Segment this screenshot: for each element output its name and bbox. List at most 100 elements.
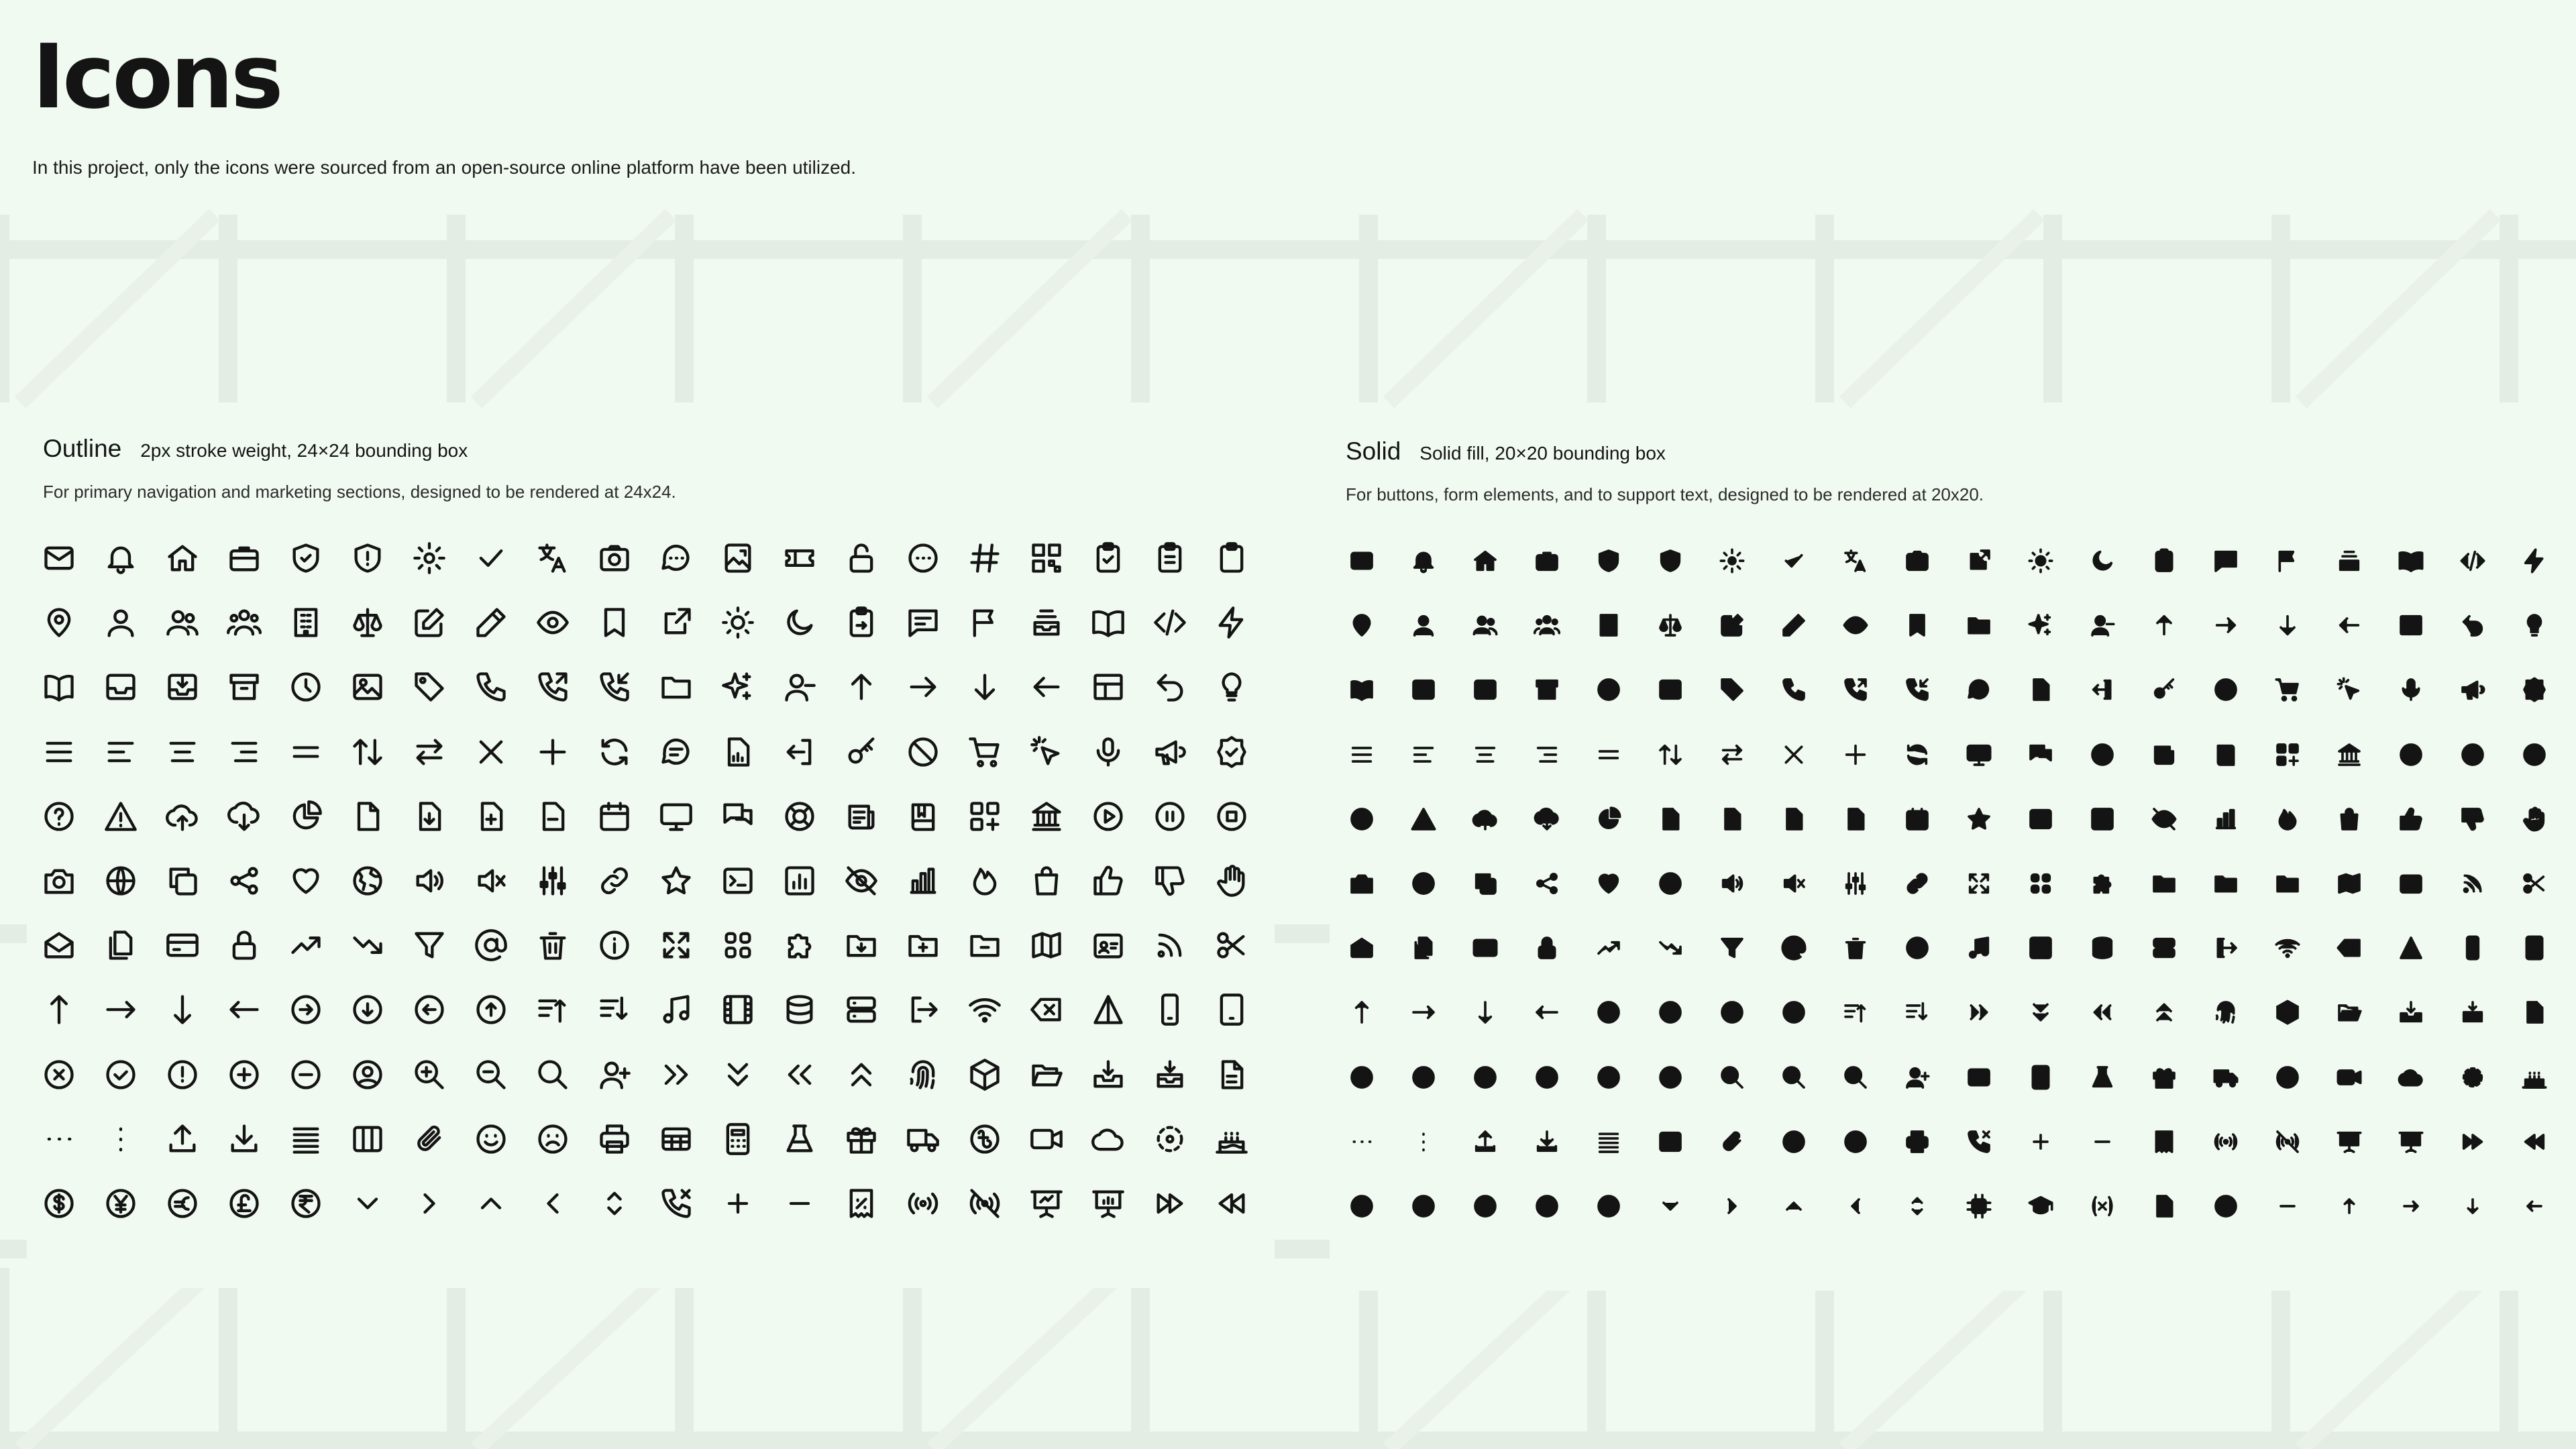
clipboard-copy-icon: [844, 605, 879, 640]
cloud-icon: [1091, 1122, 1126, 1157]
arrow-long-up-icon: [42, 992, 76, 1027]
star-icon: [659, 863, 694, 898]
tag-icon: [412, 669, 447, 704]
warning-icon: [103, 799, 138, 834]
photo-export-icon: [720, 541, 755, 576]
dollar-icon: [1344, 1189, 1379, 1224]
book-open-icon: [1091, 605, 1126, 640]
zoom-in-icon: [412, 1057, 447, 1092]
folder-open-icon: [2332, 995, 2367, 1030]
globe-icon: [1406, 866, 1441, 901]
database-icon: [2085, 930, 2120, 965]
link-icon: [597, 863, 632, 898]
scissors-icon: [1214, 928, 1249, 963]
terminal-icon: [2023, 802, 2058, 837]
arrow-long-left-icon: [227, 992, 262, 1027]
sort-up-icon: [535, 992, 570, 1027]
chats-icon: [720, 799, 755, 834]
arrow-long-down-icon: [1468, 995, 1503, 1030]
equals-icon: [288, 735, 323, 769]
user-icon: [103, 605, 138, 640]
film-icon: [720, 992, 755, 1027]
minus-small-icon: [782, 1186, 817, 1221]
euro-icon: [165, 1186, 200, 1221]
archive-icon: [1529, 672, 1564, 707]
align-left-icon: [103, 735, 138, 769]
folder-minus-icon: [2270, 866, 2305, 901]
check-icon: [1776, 543, 1811, 578]
x-mark-icon: [474, 735, 508, 769]
document-arrow-down-icon: [412, 799, 447, 834]
check-icon: [474, 541, 508, 576]
phone-outgoing-icon: [535, 669, 570, 704]
page-title: Icons: [32, 25, 284, 129]
backward-icon: [1214, 1186, 1249, 1221]
inbox-stack-down-icon: [2455, 995, 2490, 1030]
megaphone-icon: [1152, 735, 1187, 769]
globe-americas-icon: [350, 863, 385, 898]
newspaper-icon: [844, 799, 879, 834]
exclamation-circle-icon: [1468, 1060, 1503, 1095]
fingerprint-icon: [906, 1057, 941, 1092]
fingerprint-icon: [2208, 995, 2243, 1030]
bank-icon: [2332, 737, 2367, 772]
music-note-icon: [659, 992, 694, 1027]
beaker-icon: [782, 1122, 817, 1157]
shield-check-icon: [1591, 543, 1626, 578]
document-magnify-icon: [2147, 1189, 2182, 1224]
rss-icon: [2455, 866, 2490, 901]
truck-icon: [906, 1122, 941, 1157]
document-minus-icon: [535, 799, 570, 834]
wifi-icon: [967, 992, 1002, 1027]
printer-icon: [1900, 1124, 1935, 1159]
chevron-double-left-icon: [2085, 995, 2120, 1030]
arrows-expand-icon: [1962, 866, 1996, 901]
speaker-mute-icon: [474, 863, 508, 898]
arrow-right-circle-icon: [288, 992, 323, 1027]
pencil-square-icon: [412, 605, 447, 640]
align-center-icon: [1468, 737, 1503, 772]
solid-section-description: For buttons, form elements, and to suppo…: [1346, 484, 1984, 504]
clipboard-check-icon: [1091, 541, 1126, 576]
arrow-left-on-rect-icon: [782, 735, 817, 769]
eye-slash-icon: [2147, 802, 2182, 837]
layout-icon: [1091, 669, 1126, 704]
lock-closed-icon: [1529, 930, 1564, 965]
folder-down-icon: [844, 928, 879, 963]
plus-small-icon: [720, 1186, 755, 1221]
microphone-icon: [2394, 672, 2428, 707]
zoom-out-icon: [1776, 1060, 1811, 1095]
pencil-icon: [1776, 608, 1811, 643]
arrow-right-icon: [906, 669, 941, 704]
terminal-icon: [720, 863, 755, 898]
solid-panel-header: Solid Solid fill, 20×20 bounding box: [1346, 437, 2576, 466]
clipboard-list-icon: [1152, 541, 1187, 576]
cake-icon: [1214, 1122, 1249, 1157]
envelope-icon: [1344, 543, 1379, 578]
phone-icon: [474, 669, 508, 704]
arrow-up-circle-icon: [474, 992, 508, 1027]
code-icon: [1152, 605, 1187, 640]
sliders-icon: [1838, 866, 1873, 901]
puzzle-icon: [2085, 866, 2120, 901]
pause-circle-icon: [2455, 737, 2490, 772]
trash-icon: [1838, 930, 1873, 965]
backward-icon: [2517, 1124, 2552, 1159]
inbox-icon: [1406, 672, 1441, 707]
folder-open-icon: [1029, 1057, 1064, 1092]
book-icon: [2208, 737, 2243, 772]
key-icon: [2147, 672, 2182, 707]
book-icon: [906, 799, 941, 834]
arrows-right-left-icon: [412, 735, 447, 769]
speaker-wave-icon: [1715, 866, 1750, 901]
outline-section-name: Outline: [43, 435, 122, 462]
phone-outgoing-icon: [1838, 672, 1873, 707]
sliders-icon: [535, 863, 570, 898]
cloud-download-icon: [1529, 802, 1564, 837]
chat-dots-icon: [659, 541, 694, 576]
monitor-icon: [659, 799, 694, 834]
arrow-small-down-icon: [2455, 1189, 2490, 1224]
chevron-double-right-icon: [659, 1057, 694, 1092]
face-frown-icon: [1838, 1124, 1873, 1159]
warning-icon: [1406, 802, 1441, 837]
